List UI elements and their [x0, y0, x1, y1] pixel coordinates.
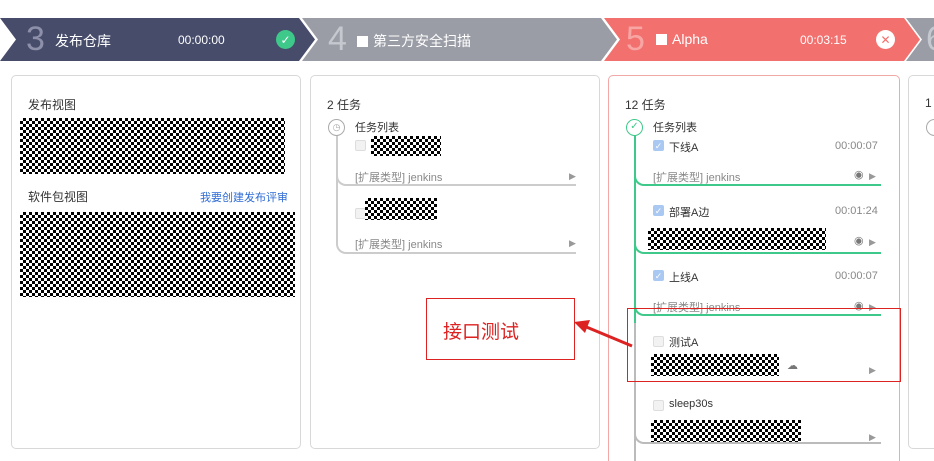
- task-time: 00:01:24: [835, 205, 878, 217]
- task-name-redacted: [371, 136, 441, 156]
- release-view-title: 发布视图: [28, 98, 77, 112]
- stage-name: 第三方安全扫描: [357, 31, 471, 51]
- stage-name: 发布仓库: [55, 33, 111, 49]
- stage-time: 00:03:15: [800, 33, 847, 47]
- status-circle-icon: [926, 119, 934, 136]
- alpha-panel: 12 任务 ✓ 任务列表 ✓ 下线A 00:00:07 [扩展类型] jenki…: [608, 75, 900, 461]
- check-icon: ✓: [276, 30, 295, 49]
- stage-number: 4: [328, 20, 347, 58]
- release-view-redacted: [20, 118, 285, 174]
- stage-number: 6: [926, 20, 934, 59]
- play-icon[interactable]: ▶: [869, 237, 876, 248]
- check-circle-icon: ✓: [626, 119, 643, 136]
- clock-icon: ◷: [328, 119, 345, 136]
- task-type: [扩展类型] jenkins: [653, 172, 741, 184]
- task-checkbox[interactable]: [653, 400, 664, 411]
- task-type: [扩展类型] jenkins: [355, 172, 443, 184]
- task-name: 部署A边: [669, 207, 710, 219]
- pipeline-line: [336, 128, 338, 238]
- eye-icon[interactable]: ◉: [854, 168, 864, 181]
- stage-number: 5: [626, 20, 645, 58]
- task-time: 00:00:07: [835, 270, 878, 282]
- stage-3-header[interactable]: 3 发布仓库 00:00:00 ✓: [0, 18, 315, 61]
- stage-number: 3: [26, 20, 45, 58]
- stage-5-header[interactable]: 5 Alpha 00:03:15 ✕: [604, 18, 920, 61]
- task-count: 1: [925, 96, 932, 110]
- task-list-label: 任务列表: [653, 122, 697, 134]
- task-list-label: 任务列表: [355, 122, 399, 134]
- task-connector: [634, 226, 881, 254]
- stage-square-icon: [357, 36, 368, 47]
- task-checkbox[interactable]: [355, 140, 366, 151]
- next-panel: 1: [908, 75, 934, 449]
- package-view-redacted: [20, 212, 295, 297]
- task-name-redacted: [365, 198, 437, 220]
- task-type: [扩展类型] jenkins: [355, 239, 443, 251]
- create-review-link[interactable]: 我要创建发布评审: [200, 189, 288, 205]
- task-name: 上线A: [669, 272, 699, 284]
- stage-time: 00:00:00: [178, 33, 225, 47]
- task-checkbox[interactable]: ✓: [653, 270, 664, 281]
- package-view-title: 软件包视图: [28, 190, 89, 204]
- stage-name: Alpha: [656, 31, 708, 47]
- stage-name-text: Alpha: [672, 31, 708, 47]
- release-panel: 发布视图 软件包视图 我要创建发布评审: [11, 75, 301, 449]
- play-icon[interactable]: ▶: [569, 171, 576, 182]
- task-name: sleep30s: [669, 398, 714, 410]
- task-checkbox[interactable]: ✓: [653, 205, 664, 216]
- stage-name-text: 第三方安全扫描: [373, 33, 471, 49]
- task-count: 2 任务: [327, 98, 362, 112]
- play-icon[interactable]: ▶: [869, 432, 876, 443]
- highlight-box: [627, 308, 901, 382]
- stage-square-icon: [656, 34, 667, 45]
- stage-4-header[interactable]: 4 第三方安全扫描: [302, 18, 617, 61]
- task-connector: [634, 416, 881, 444]
- task-name: 下线A: [669, 142, 699, 154]
- play-icon[interactable]: ▶: [869, 171, 876, 182]
- annotation-text: 接口测试: [443, 322, 520, 343]
- scan-panel: 2 任务 ◷ 任务列表 [扩展类型] jenkins ▶ [扩展类型] jenk…: [310, 75, 600, 449]
- task-checkbox[interactable]: ✓: [653, 140, 664, 151]
- play-icon[interactable]: ▶: [569, 238, 576, 249]
- eye-icon[interactable]: ◉: [854, 234, 864, 247]
- close-icon[interactable]: ✕: [876, 30, 895, 49]
- annotation-callout: 接口测试: [426, 298, 575, 360]
- task-time: 00:00:07: [835, 140, 878, 152]
- task-count: 12 任务: [625, 98, 666, 112]
- annotation-arrow: [574, 320, 633, 348]
